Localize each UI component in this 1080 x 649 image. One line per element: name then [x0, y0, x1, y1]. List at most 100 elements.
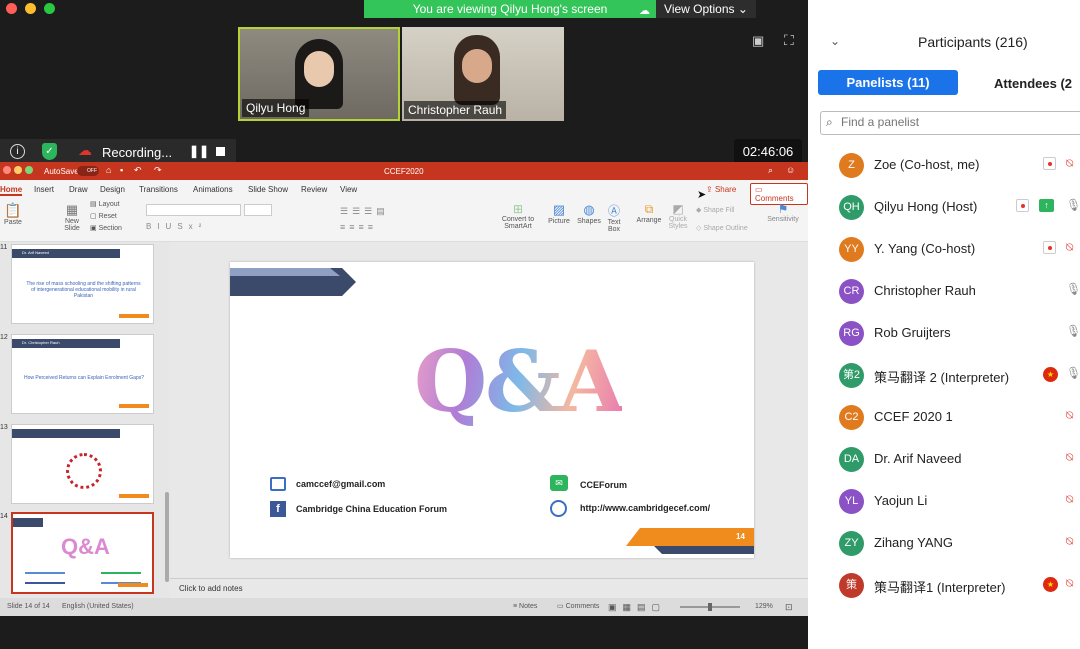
mic-muted-icon[interactable]: ⍉ [1066, 534, 1073, 549]
ppt-close-button[interactable] [3, 166, 11, 174]
current-slide[interactable]: Q&A camccef@gmail.com f Cambridge China … [230, 262, 754, 558]
mic-icon[interactable]: 🎙 [1066, 366, 1080, 380]
undo-icon[interactable]: ↶ [134, 165, 142, 176]
sensitivity-button[interactable]: ⚑ Sensitivity [766, 202, 800, 223]
thumbnail-number: 12 [0, 334, 8, 341]
font-size-select[interactable] [244, 204, 272, 216]
reset-label: Reset [98, 213, 117, 220]
font-format-toolbar[interactable]: BIUSx² [146, 222, 207, 231]
mic-icon[interactable]: 🎙 [1066, 324, 1080, 338]
mic-muted-icon[interactable]: ⍉ [1066, 492, 1073, 507]
gallery-view-icon[interactable]: ▣ [752, 33, 764, 49]
convert-smartart-button[interactable]: ⊞ Convert to SmartArt [500, 202, 536, 230]
alignment-toolbar[interactable]: ≡≡≡≡ [340, 222, 377, 232]
video-tile-christopher-rauh[interactable]: Christopher Rauh [402, 27, 564, 121]
slide-thumbnail-pane[interactable]: 11 Dr. Arif Naveed The rise of mass scho… [0, 242, 170, 602]
thumbnail-scrollbar[interactable] [165, 492, 169, 582]
participant-row[interactable]: Z Zoe (Co-host, me) ⍉ [808, 144, 1080, 186]
security-shield-icon[interactable]: ✓ [42, 143, 57, 160]
panelist-search-input[interactable] [841, 115, 1071, 129]
participant-row[interactable]: RG Rob Gruijters 🎙 [808, 312, 1080, 354]
tab-animations[interactable]: Animations [193, 185, 233, 194]
slide-thumbnail-13[interactable] [11, 424, 154, 504]
collapse-panel-icon[interactable]: ⌄ [830, 34, 840, 48]
save-icon[interactable]: ▪ [120, 165, 123, 175]
maximize-window-button[interactable] [44, 3, 55, 14]
shapes-button[interactable]: ◍ Shapes [576, 202, 602, 225]
thumbnail-text: How Perceived Returns can Explain Enrolm… [23, 375, 145, 381]
tab-transitions[interactable]: Transitions [139, 185, 178, 194]
notes-pane[interactable]: Click to add notes [170, 578, 808, 598]
panelist-search[interactable]: ⌕ [820, 111, 1080, 135]
redo-icon[interactable]: ↷ [154, 165, 162, 176]
participant-row[interactable]: 策策马翻译1 (Interpreter) ★ ⍉ [808, 564, 1080, 606]
section-button[interactable]: ▣ Section [90, 224, 122, 232]
fullscreen-icon[interactable]: ⛶ [784, 32, 794, 49]
tab-draw[interactable]: Draw [69, 185, 88, 194]
autosave-toggle[interactable]: OFF [77, 166, 99, 176]
mic-icon[interactable]: 🎙 [1066, 282, 1080, 296]
sensitivity-label: Sensitivity [767, 216, 799, 223]
tab-slide-show[interactable]: Slide Show [248, 185, 288, 194]
minimize-window-button[interactable] [25, 3, 36, 14]
view-options-button[interactable]: View Options ⌄ [656, 0, 756, 18]
participant-row[interactable]: CR Christopher Rauh 🎙 [808, 270, 1080, 312]
mic-muted-icon[interactable]: ⍉ [1066, 408, 1073, 423]
paragraph-toolbar[interactable]: ☰☰☰▤ [340, 206, 389, 217]
mic-muted-icon[interactable]: ⍉ [1066, 576, 1073, 591]
participant-row[interactable]: QH Qilyu Hong (Host) ↑ 🎙 [808, 186, 1080, 228]
tab-design[interactable]: Design [100, 185, 125, 194]
notes-toggle-button[interactable]: ≡ Notes [513, 598, 537, 616]
reset-button[interactable]: ▢ Reset [90, 212, 117, 220]
slide-indicator: Slide 14 of 14 [7, 603, 50, 610]
shape-outline-button[interactable]: ◇ Shape Outline [696, 224, 748, 232]
tab-review[interactable]: Review [301, 185, 327, 194]
tab-insert[interactable]: Insert [34, 185, 54, 194]
zoom-slider-handle[interactable] [708, 603, 712, 611]
mic-muted-icon[interactable]: ⍉ [1066, 240, 1073, 255]
stop-recording-icon[interactable] [216, 147, 225, 156]
participant-row[interactable]: 第2 策马翻译 2 (Interpreter) ★ 🎙 [808, 354, 1080, 396]
arrange-button[interactable]: ⧉ Arrange [636, 202, 662, 224]
close-window-button[interactable] [6, 3, 17, 14]
info-icon[interactable]: i [10, 144, 25, 159]
pause-recording-icon[interactable]: ❚❚ [189, 144, 209, 158]
layout-button[interactable]: ▤ Layout [90, 200, 120, 208]
ppt-maximize-button[interactable] [25, 166, 33, 174]
font-family-select[interactable] [146, 204, 241, 216]
participant-row[interactable]: YL Yaojun Li ⍉ [808, 480, 1080, 522]
slide-thumbnail-14-selected[interactable]: Q&A [11, 512, 154, 594]
slide-thumbnail-11[interactable]: Dr. Arif Naveed The rise of mass schooli… [11, 244, 154, 324]
comments-toggle-button[interactable]: ▭ Comments [557, 598, 599, 616]
mic-muted-icon[interactable]: ⍉ [1066, 156, 1073, 171]
tab-view[interactable]: View [340, 185, 357, 194]
new-slide-button[interactable]: ▦ New Slide [60, 202, 84, 232]
picture-button[interactable]: ▨ Picture [546, 202, 572, 225]
participant-row[interactable]: C2 CCEF 2020 1 ⍉ [808, 396, 1080, 438]
tab-panelists[interactable]: Panelists (11) [818, 70, 958, 95]
language-indicator[interactable]: English (United States) [62, 598, 134, 616]
tab-attendees[interactable]: Attendees (2 [994, 76, 1072, 91]
smiley-icon[interactable]: ☺ [786, 165, 795, 175]
search-icon[interactable]: ⌕ [768, 165, 773, 176]
tab-home[interactable]: Home [0, 185, 23, 196]
participant-row[interactable]: DA Dr. Arif Naveed ⍉ [808, 438, 1080, 480]
share-button[interactable]: ⇪ Share [706, 185, 736, 194]
text-box-button[interactable]: Ⓐ Text Box [604, 202, 624, 233]
video-tile-qilyu-hong[interactable]: Qilyu Hong [238, 27, 400, 121]
quick-styles-button[interactable]: ◩ Quick Styles [666, 202, 690, 230]
fit-slide-icon[interactable]: ⊡ [785, 598, 793, 616]
home-icon[interactable]: ⌂ [106, 165, 111, 175]
paste-button[interactable]: 📋 Paste [2, 202, 24, 226]
notes-toggle-label: Notes [519, 603, 538, 610]
slide-thumbnail-12[interactable]: Dr. Christopher Rauh How Perceived Retur… [11, 334, 154, 414]
mic-icon[interactable]: 🎙 [1066, 198, 1080, 212]
participant-row[interactable]: ZY Zihang YANG ⍉ [808, 522, 1080, 564]
shape-fill-button[interactable]: ◆ Shape Fill [696, 206, 734, 214]
view-mode-icons[interactable]: ▣▦▤▢ [608, 598, 666, 616]
participant-row[interactable]: YY Y. Yang (Co-host) ⍉ [808, 228, 1080, 270]
avatar: Z [839, 153, 864, 178]
ppt-minimize-button[interactable] [14, 166, 22, 174]
screen-share-icon: ↑ [1039, 199, 1054, 212]
mic-muted-icon[interactable]: ⍉ [1066, 450, 1073, 465]
